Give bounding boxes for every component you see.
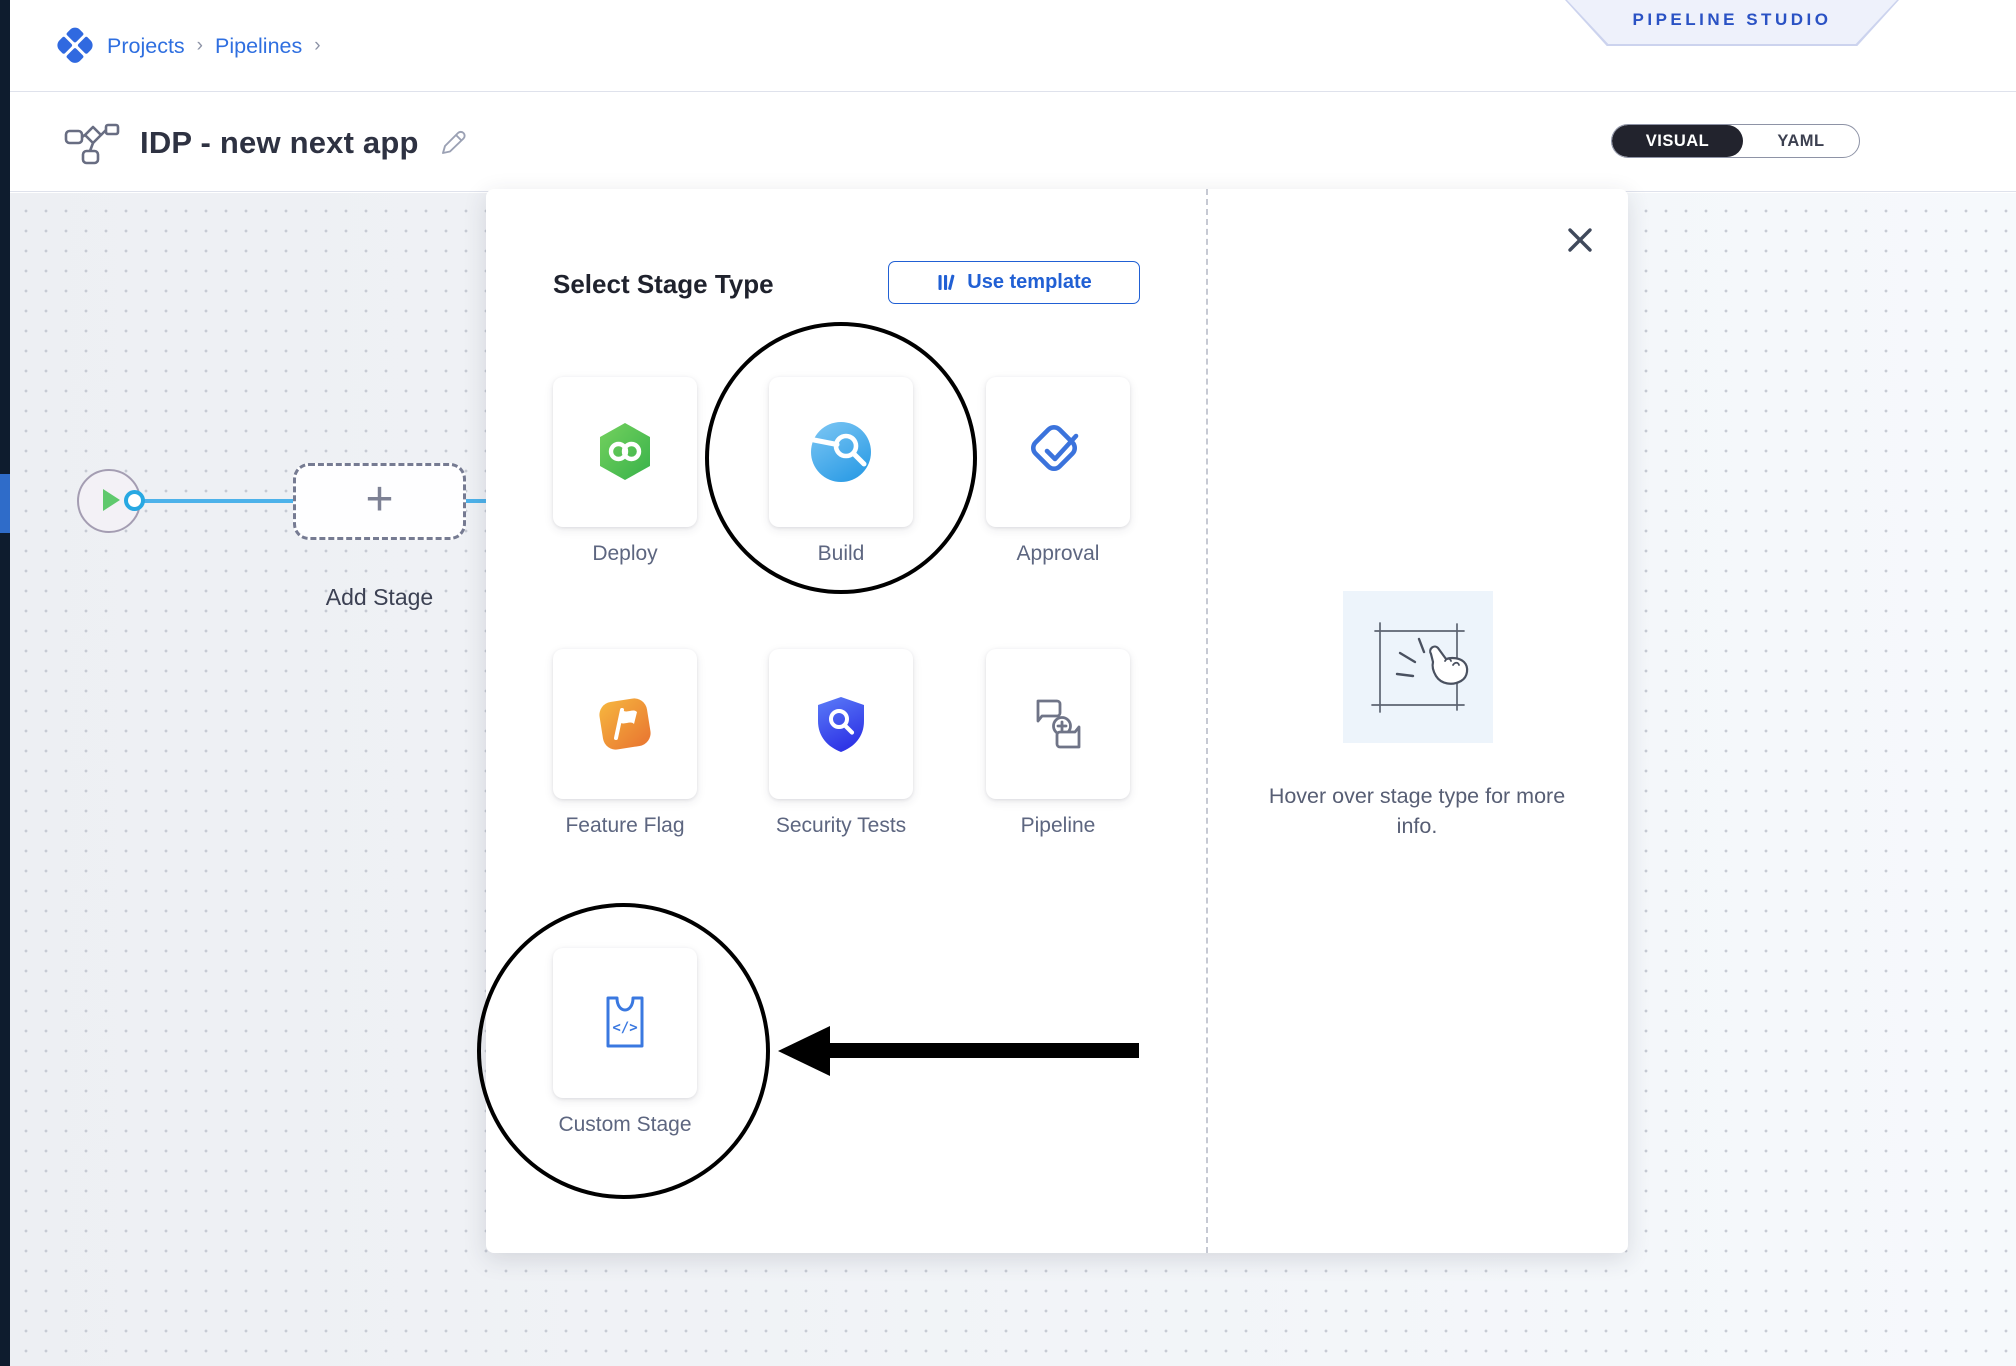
pipeline-studio-badge-label: PIPELINE STUDIO xyxy=(1633,10,1832,34)
stage-label: Deploy xyxy=(553,539,697,569)
hover-hand-icon xyxy=(1343,591,1493,743)
add-stage-button[interactable]: + xyxy=(293,463,466,540)
toggle-yaml[interactable]: YAML xyxy=(1743,125,1859,157)
stage-card-pipeline[interactable]: Pipeline xyxy=(986,649,1130,841)
pipeline-studio-page: Projects › Pipelines › PIPELINE STUDIO I… xyxy=(0,0,2016,1366)
left-nav-rail[interactable] xyxy=(0,0,10,1366)
hover-illustration xyxy=(1343,591,1493,743)
hover-hint-text: Hover over stage type for more info. xyxy=(1252,781,1582,841)
annotation-circle-build xyxy=(705,322,977,594)
breadcrumb-pipelines[interactable]: Pipelines xyxy=(215,34,302,59)
stage-card-deploy[interactable]: Deploy xyxy=(553,377,697,569)
connector-port-icon[interactable] xyxy=(124,490,145,511)
feature-flag-icon xyxy=(593,692,657,756)
close-dialog-button[interactable] xyxy=(1562,223,1598,259)
stage-card-security-tests[interactable]: Security Tests xyxy=(769,649,913,841)
page-title: IDP - new next app xyxy=(140,125,419,161)
breadcrumb-projects[interactable]: Projects xyxy=(107,34,185,59)
stage-label: Approval xyxy=(986,539,1130,569)
connector-line xyxy=(466,499,487,503)
nav-active-indicator xyxy=(0,474,10,533)
use-template-label: Use template xyxy=(967,271,1092,294)
annotation-circle-custom-stage xyxy=(477,903,770,1199)
annotation-arrow-head-icon xyxy=(778,1026,830,1076)
dialog-title: Select Stage Type xyxy=(553,269,774,300)
approval-check-icon xyxy=(1025,419,1091,485)
stage-label: Pipeline xyxy=(986,811,1130,841)
use-template-button[interactable]: Use template xyxy=(888,261,1140,304)
chevron-right-icon: › xyxy=(197,35,203,57)
connector-line xyxy=(143,499,304,503)
add-stage-label: Add Stage xyxy=(293,584,466,611)
stage-card-feature-flag[interactable]: Feature Flag xyxy=(553,649,697,841)
security-shield-icon xyxy=(809,692,873,756)
breadcrumb: Projects › Pipelines › xyxy=(55,0,321,92)
harness-logo-icon[interactable] xyxy=(55,26,95,66)
deploy-cd-icon xyxy=(593,420,657,484)
pipeline-chained-icon xyxy=(1026,692,1090,756)
annotation-arrow-shaft xyxy=(829,1043,1139,1058)
panel-divider xyxy=(1206,189,1208,1253)
chevron-right-icon: › xyxy=(314,35,320,57)
visual-yaml-toggle: VISUAL YAML xyxy=(1611,124,1860,158)
stage-card-approval[interactable]: Approval xyxy=(986,377,1130,569)
plus-icon: + xyxy=(365,476,393,524)
edit-pencil-icon[interactable] xyxy=(439,129,467,157)
template-library-icon xyxy=(936,272,957,293)
stage-label: Security Tests xyxy=(769,811,913,841)
stage-label: Feature Flag xyxy=(553,811,697,841)
pipeline-icon xyxy=(62,121,120,165)
close-icon xyxy=(1564,224,1596,256)
play-icon xyxy=(103,489,120,511)
toggle-visual[interactable]: VISUAL xyxy=(1612,125,1743,157)
pipeline-studio-badge: PIPELINE STUDIO xyxy=(1565,0,1899,46)
